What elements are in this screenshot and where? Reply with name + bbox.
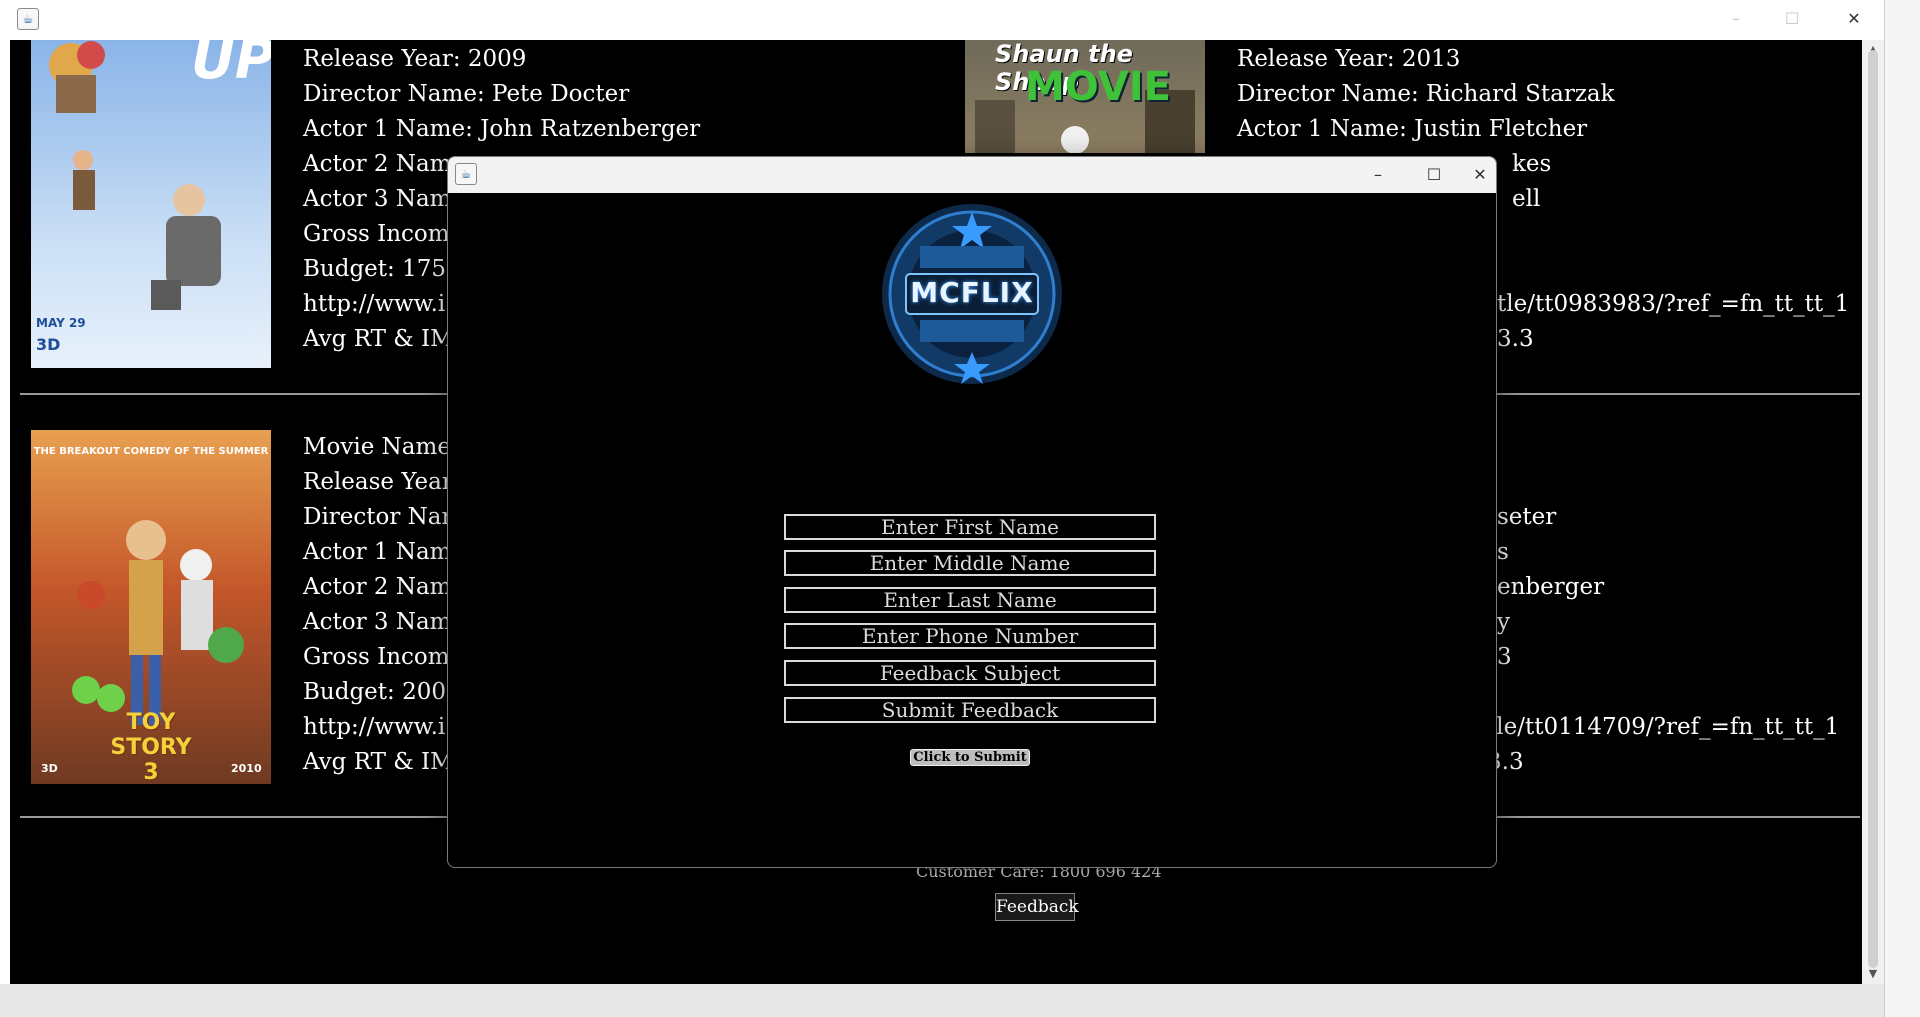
- poster-year: 2010: [231, 762, 262, 775]
- java-app-icon: ☕: [17, 8, 39, 30]
- submit-button[interactable]: Click to Submit: [910, 749, 1030, 766]
- movie-release-year: [1497, 465, 1839, 500]
- first-name-input[interactable]: [784, 514, 1156, 540]
- background-window-edge: [1885, 0, 1920, 1017]
- feedback-button[interactable]: Feedback: [995, 893, 1079, 921]
- poster-title-up: UP: [191, 40, 271, 91]
- poster-format: 3D: [41, 762, 58, 775]
- movie-actor-1: Actor 1 Name: Justin Fletcher: [1237, 116, 1588, 142]
- main-titlebar: ☕ – ☐ ✕: [0, 0, 1884, 40]
- movie-poster-toy-story-3: THE BREAKOUT COMEDY OF THE SUMMER TOY ST…: [31, 430, 271, 784]
- feedback-subject-input[interactable]: [784, 660, 1156, 686]
- movie-release-year: Release Year: 2009: [303, 46, 527, 72]
- scroll-down-arrow[interactable]: ▼: [1862, 964, 1884, 984]
- phone-number-input[interactable]: [784, 623, 1156, 649]
- poster-tagline: THE BREAKOUT COMEDY OF THE SUMMER: [33, 446, 269, 457]
- movie-poster-up: UP MAY 29 3D: [31, 40, 271, 368]
- feedback-dialog: ☕ – ☐ ✕ MCFLIX Click to Submit: [447, 156, 1497, 868]
- poster-subtitle-movie: MOVIE: [1025, 64, 1171, 110]
- movie-budget: [1497, 675, 1839, 710]
- dialog-titlebar: ☕ – ☐ ✕: [448, 157, 1496, 193]
- movie-details-4: seter s enberger y 3 tle/tt0114709/?ref_…: [1487, 430, 1839, 780]
- movie-poster-shaun-the-sheep: Shaun the Sheep MOVIE: [965, 40, 1205, 153]
- movie-director: Director Name: Pete Docter: [303, 81, 630, 107]
- feedback-message-input[interactable]: [784, 697, 1156, 723]
- movie-gross-income: 3: [1497, 644, 1512, 670]
- status-strip: [0, 984, 1884, 1017]
- movie-release-year: Release Year: 2013: [1237, 46, 1461, 72]
- main-maximize-button[interactable]: ☐: [1764, 0, 1820, 38]
- movie-actor-2: enberger: [1497, 574, 1605, 600]
- poster-format: 3D: [36, 335, 61, 354]
- movie-actor-1: s: [1497, 539, 1509, 565]
- movie-director: Director Name: Richard Starzak: [1237, 81, 1615, 107]
- movie-imdb-link[interactable]: tle/tt0114709/?ref_=fn_tt_tt_1: [1487, 710, 1839, 745]
- dialog-close-button[interactable]: ✕: [1464, 157, 1496, 193]
- poster-date: MAY 29: [36, 316, 86, 330]
- movie-actor-1: Actor 1 Name: John Ratzenberger: [303, 116, 701, 142]
- movie-avg-rating: 3.3: [1487, 749, 1524, 775]
- java-app-icon: ☕: [455, 163, 477, 185]
- mcflix-logo: MCFLIX: [880, 202, 1064, 386]
- vertical-scrollbar[interactable]: ▲ ▼: [1862, 40, 1884, 984]
- dialog-maximize-button[interactable]: ☐: [1406, 157, 1462, 193]
- poster-title-toy-story: TOY STORY 3: [110, 710, 192, 784]
- movie-actor-3: y: [1497, 609, 1510, 635]
- movie-director: seter: [1497, 504, 1557, 530]
- dialog-minimize-button[interactable]: –: [1350, 157, 1406, 193]
- movie-name: [1497, 430, 1839, 465]
- scroll-thumb[interactable]: [1868, 50, 1878, 968]
- logo-text: MCFLIX: [910, 276, 1034, 309]
- middle-name-input[interactable]: [784, 550, 1156, 576]
- main-close-button[interactable]: ✕: [1826, 0, 1882, 38]
- last-name-input[interactable]: [784, 587, 1156, 613]
- main-minimize-button[interactable]: –: [1708, 0, 1764, 38]
